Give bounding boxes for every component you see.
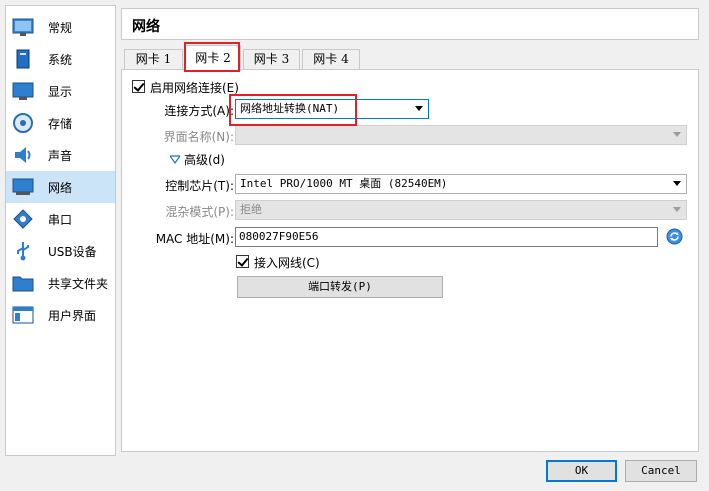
settings-sidebar: 常规 系统 显示 存储 声音 网络 串口 USB设备 共享文件夹 用户界面 bbox=[5, 5, 116, 456]
sidebar-item-audio[interactable]: 声音 bbox=[6, 139, 115, 171]
usb-icon bbox=[11, 239, 35, 263]
sidebar-item-system[interactable]: 系统 bbox=[6, 43, 115, 75]
page-title-box: 网络 bbox=[121, 8, 699, 40]
sidebar-item-user-interface[interactable]: 用户界面 bbox=[6, 299, 115, 331]
promiscuous-mode-label: 混杂模式(P): bbox=[165, 205, 234, 219]
advanced-expand-icon[interactable] bbox=[168, 154, 182, 168]
interface-name-label: 界面名称(N): bbox=[163, 130, 234, 144]
sidebar-item-label: 网络 bbox=[48, 180, 73, 195]
storage-icon bbox=[11, 111, 35, 135]
chevron-down-icon bbox=[415, 106, 423, 111]
sidebar-item-label: 显示 bbox=[48, 84, 73, 99]
attached-to-select[interactable]: 网络地址转换(NAT) bbox=[235, 99, 429, 119]
network-icon bbox=[11, 175, 35, 199]
sidebar-item-label: 用户界面 bbox=[48, 308, 97, 323]
tab-adapter-4[interactable]: 网卡 4 bbox=[302, 49, 360, 70]
display-icon bbox=[11, 79, 35, 103]
sidebar-item-label: 声音 bbox=[48, 148, 73, 163]
port-forwarding-button[interactable]: 端口转发(P) bbox=[237, 276, 443, 298]
attached-to-value: 网络地址转换(NAT) bbox=[240, 102, 340, 115]
interface-name-select bbox=[235, 125, 687, 145]
promiscuous-mode-select: 拒绝 bbox=[235, 200, 687, 220]
tab-adapter-3[interactable]: 网卡 3 bbox=[243, 49, 300, 70]
sidebar-item-label: 常规 bbox=[48, 20, 73, 35]
system-icon bbox=[11, 47, 35, 71]
sidebar-item-label: USB设备 bbox=[48, 244, 97, 259]
mac-address-value: 080027F90E56 bbox=[239, 230, 319, 243]
mac-address-input[interactable]: 080027F90E56 bbox=[235, 227, 658, 247]
user-interface-icon bbox=[11, 303, 35, 327]
cable-connected-checkbox[interactable] bbox=[236, 255, 249, 268]
sidebar-item-usb[interactable]: USB设备 bbox=[6, 235, 115, 267]
tab-adapter-1[interactable]: 网卡 1 bbox=[124, 49, 183, 70]
sidebar-item-label: 共享文件夹 bbox=[48, 276, 109, 291]
refresh-mac-icon[interactable] bbox=[666, 228, 683, 248]
adapter-type-value: Intel PRO/1000 MT 桌面 (82540EM) bbox=[240, 177, 448, 190]
shared-folder-icon bbox=[11, 271, 35, 295]
adapter-type-label: 控制芯片(T): bbox=[165, 179, 234, 193]
cable-connected-label: 接入网线(C) bbox=[254, 256, 320, 270]
ok-button[interactable]: OK bbox=[546, 460, 617, 482]
serial-port-icon bbox=[11, 207, 35, 231]
sidebar-item-storage[interactable]: 存储 bbox=[6, 107, 115, 139]
audio-icon bbox=[11, 143, 35, 167]
attached-to-label: 连接方式(A): bbox=[164, 104, 234, 118]
chevron-down-icon bbox=[673, 207, 681, 212]
cancel-button[interactable]: Cancel bbox=[625, 460, 697, 482]
sidebar-item-network[interactable]: 网络 bbox=[6, 171, 115, 203]
sidebar-item-label: 串口 bbox=[48, 212, 73, 227]
sidebar-item-serial-port[interactable]: 串口 bbox=[6, 203, 115, 235]
enable-adapter-label: 启用网络连接(E) bbox=[150, 81, 239, 95]
sidebar-item-shared-folder[interactable]: 共享文件夹 bbox=[6, 267, 115, 299]
sidebar-item-label: 存储 bbox=[48, 116, 73, 131]
page-title: 网络 bbox=[132, 19, 160, 35]
enable-adapter-checkbox[interactable] bbox=[132, 80, 145, 93]
promiscuous-mode-value: 拒绝 bbox=[240, 203, 262, 216]
general-icon bbox=[11, 15, 35, 39]
adapter-type-select[interactable]: Intel PRO/1000 MT 桌面 (82540EM) bbox=[235, 174, 687, 194]
sidebar-item-general[interactable]: 常规 bbox=[6, 11, 115, 43]
tab-adapter-2[interactable]: 网卡 2 bbox=[185, 45, 241, 71]
mac-address-label: MAC 地址(M): bbox=[155, 232, 234, 246]
advanced-toggle[interactable]: 高级(d) bbox=[184, 151, 225, 168]
chevron-down-icon bbox=[673, 181, 681, 186]
chevron-down-icon bbox=[673, 132, 681, 137]
sidebar-item-label: 系统 bbox=[48, 52, 73, 67]
sidebar-item-display[interactable]: 显示 bbox=[6, 75, 115, 107]
